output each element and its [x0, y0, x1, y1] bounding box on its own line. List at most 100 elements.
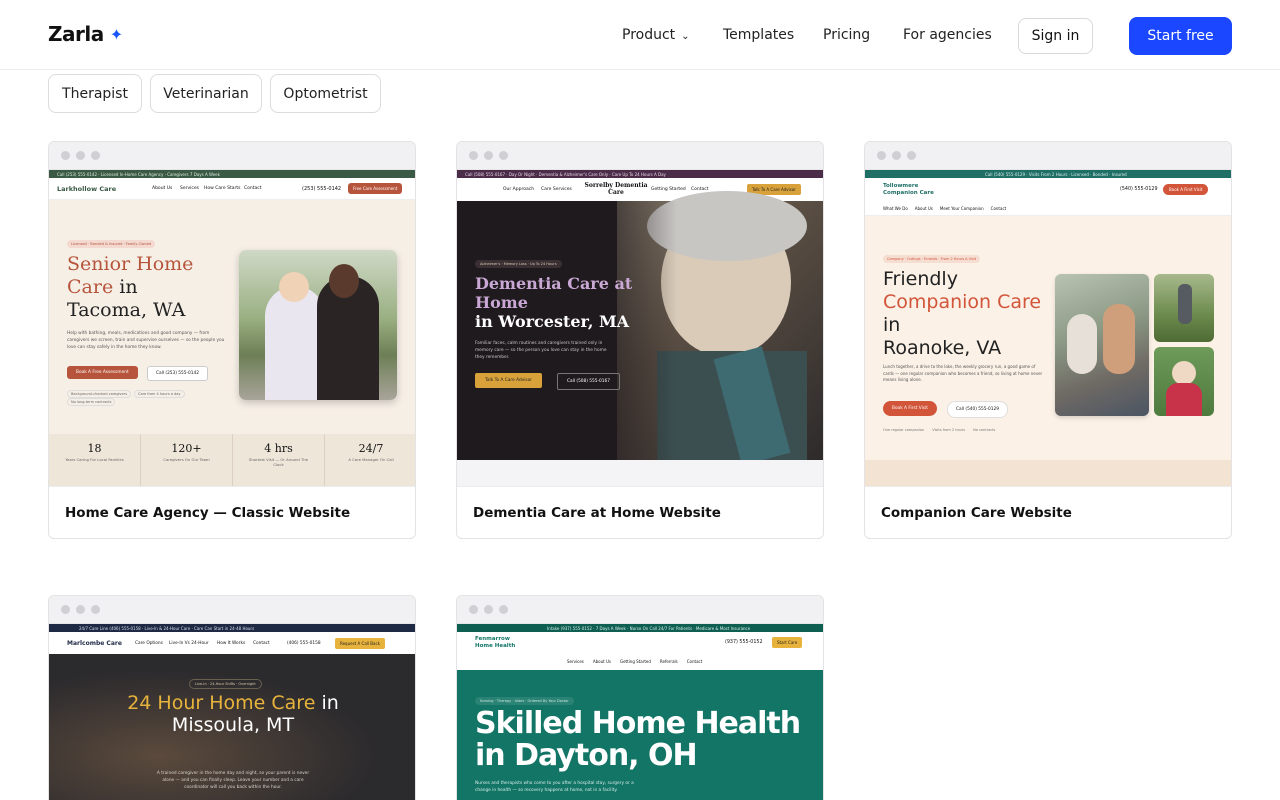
site-brand: Sorrelby Dementia Care	[584, 182, 648, 196]
start-free-button[interactable]: Start free	[1129, 17, 1232, 55]
stat-value: 24/7	[358, 442, 384, 455]
card-title[interactable]: Home Care Agency — Classic Website	[49, 486, 415, 538]
template-preview: Call (508) 555-0167 · Day Or Night · Dem…	[457, 170, 823, 460]
headline-text: in Dayton, OH	[475, 738, 698, 773]
site-menu-item: How It Works	[217, 640, 246, 646]
site-menu-item: About Us	[592, 659, 611, 664]
window-dot	[877, 151, 886, 160]
stat-value: 120+	[171, 442, 202, 455]
browser-bar	[49, 142, 415, 170]
browser-bar	[49, 596, 415, 624]
site-pill: Company · Outings · Errands · From 2 Hou…	[883, 255, 981, 263]
card-title[interactable]: Dementia Care at Home Website	[457, 486, 823, 538]
window-dot	[907, 151, 916, 160]
headline-text: Roanoke, VA	[883, 337, 1002, 359]
site-brand: Marlcombe Care	[67, 639, 122, 647]
window-dot	[499, 151, 508, 160]
headline-text: in	[883, 314, 901, 336]
site-menu-item: Care Services	[541, 187, 572, 192]
headline-accent: 24 Hour Home Care	[127, 692, 316, 714]
companion-photo	[1154, 347, 1214, 416]
stat-label: Years Caring For Local Families	[65, 457, 124, 462]
template-card-home-health[interactable]: Intake (937) 555-0152 · 7 Days A Week · …	[456, 595, 824, 800]
site-menu-item: Getting Started	[619, 659, 651, 664]
site-topbar: Call (253) 555-0142 · Licensed In-Home C…	[49, 170, 415, 178]
window-dot	[91, 605, 100, 614]
site-phone: (937) 555-0152	[725, 640, 763, 645]
window-dot	[892, 151, 901, 160]
stat-value: 18	[87, 442, 102, 455]
site-cta: Request A Call Back	[335, 637, 385, 649]
site-menu-item: About Us	[152, 186, 173, 191]
headline-text: in Worcester, MA	[475, 312, 630, 331]
site-phone: (253) 555-0142	[302, 185, 342, 192]
site-phone: (406) 555-0158	[287, 640, 321, 646]
headline-text: in	[321, 692, 339, 714]
site-menu-item: What We Do	[883, 206, 908, 211]
site-brand: Tollowmere Companion Care	[883, 183, 934, 196]
headline-text: Skilled Home Health	[475, 706, 801, 741]
zarla-logo[interactable]: Zarla ✦	[48, 22, 123, 46]
site-headline: 24 Hour Home Care in Missoula, MT	[49, 692, 415, 736]
filter-therapist[interactable]: Therapist	[48, 74, 142, 113]
site-topbar: Call (540) 555-0129 · Visits From 2 Hour…	[865, 170, 1231, 178]
site-menu-item: Getting Started	[651, 187, 686, 192]
site-cta: Free Care Assessment	[348, 183, 403, 194]
template-card-home-care[interactable]: Call (253) 555-0142 · Licensed In-Home C…	[48, 141, 416, 539]
hero-photo	[1055, 274, 1149, 416]
site-btn-secondary: Call (508) 555-0167	[557, 373, 620, 390]
site-body: Familiar faces, calm routines and caregi…	[475, 341, 607, 360]
site-headline: Dementia Care at Home in Worcester, MA	[475, 274, 675, 331]
site-menu-item: Contact	[686, 659, 703, 664]
site-header: Zarla ✦ Product ⌄ Templates Pricing For a…	[0, 0, 1280, 70]
template-preview: Call (540) 555-0129 · Visits From 2 Hour…	[865, 170, 1231, 486]
template-card-dementia-care[interactable]: Call (508) 555-0167 · Day Or Night · Dem…	[456, 141, 824, 539]
site-menu-item: About Us	[914, 206, 933, 211]
template-preview: 24/7 Care Line (406) 555-0158 · Live-In …	[49, 624, 415, 800]
site-menu-item: Services	[180, 186, 199, 191]
garden-photo	[1154, 274, 1214, 342]
site-body: Lunch together, a drive to the lake, the…	[883, 364, 1043, 382]
site-brand: Fenmarrow Home Health	[475, 636, 516, 649]
site-tag: No long-term contracts	[67, 398, 116, 406]
site-menu-item: Contact	[990, 206, 1007, 211]
site-headline: Senior Home Care in Tacoma, WA	[67, 253, 217, 322]
window-dot	[61, 605, 70, 614]
window-dot	[76, 605, 85, 614]
template-card-24-hour-care[interactable]: 24/7 Care Line (406) 555-0158 · Live-In …	[48, 595, 416, 800]
site-menu-item: Meet Your Companion	[939, 206, 984, 211]
nav-templates[interactable]: Templates	[723, 27, 794, 43]
site-body: Help with bathing, meals, medications an…	[67, 331, 225, 350]
window-dot	[469, 151, 478, 160]
sign-in-button[interactable]: Sign in	[1018, 18, 1093, 54]
site-btn-primary: Book A First Visit	[883, 401, 937, 416]
headline-accent: Companion Care	[883, 291, 1042, 313]
site-headline: Friendly Companion Care in Roanoke, VA	[883, 268, 1053, 360]
headline-accent: Dementia Care at Home	[475, 274, 633, 312]
site-menu-item: Live-In Vs 24-Hour	[169, 640, 209, 646]
nav-pricing[interactable]: Pricing	[823, 27, 870, 43]
headline-text: Tacoma, WA	[67, 299, 186, 321]
site-menu-item: Services	[567, 659, 584, 664]
card-title[interactable]: Companion Care Website	[865, 486, 1231, 538]
site-stats: 18 Years Caring For Local Families 120+ …	[49, 434, 415, 486]
filter-optometrist[interactable]: Optometrist	[270, 74, 381, 113]
site-cta: Start Care	[772, 637, 803, 648]
site-body: Nurses and therapists who come to you af…	[475, 781, 634, 793]
nav-product[interactable]: Product ⌄	[622, 27, 690, 43]
site-pill: Licensed · Bonded & Insured · Family-Own…	[67, 240, 156, 248]
headline-text: Missoula, MT	[171, 714, 295, 736]
browser-bar	[457, 596, 823, 624]
filter-veterinarian[interactable]: Veterinarian	[150, 74, 262, 113]
site-btn-primary: Talk To A Care Advisor	[475, 373, 543, 388]
site-btn-primary: Book A Free Assessment	[67, 366, 138, 379]
nav-agencies[interactable]: For agencies	[903, 27, 992, 43]
window-dot	[76, 151, 85, 160]
site-tag: One regular companion	[883, 428, 925, 432]
window-dot	[469, 605, 478, 614]
window-dot	[91, 151, 100, 160]
template-card-companion-care[interactable]: Call (540) 555-0129 · Visits From 2 Hour…	[864, 141, 1232, 539]
hero-photo	[239, 250, 397, 400]
stat-label: Shortest Visit — Or Around The Clock	[248, 457, 309, 467]
nav-product-label: Product	[622, 27, 676, 43]
